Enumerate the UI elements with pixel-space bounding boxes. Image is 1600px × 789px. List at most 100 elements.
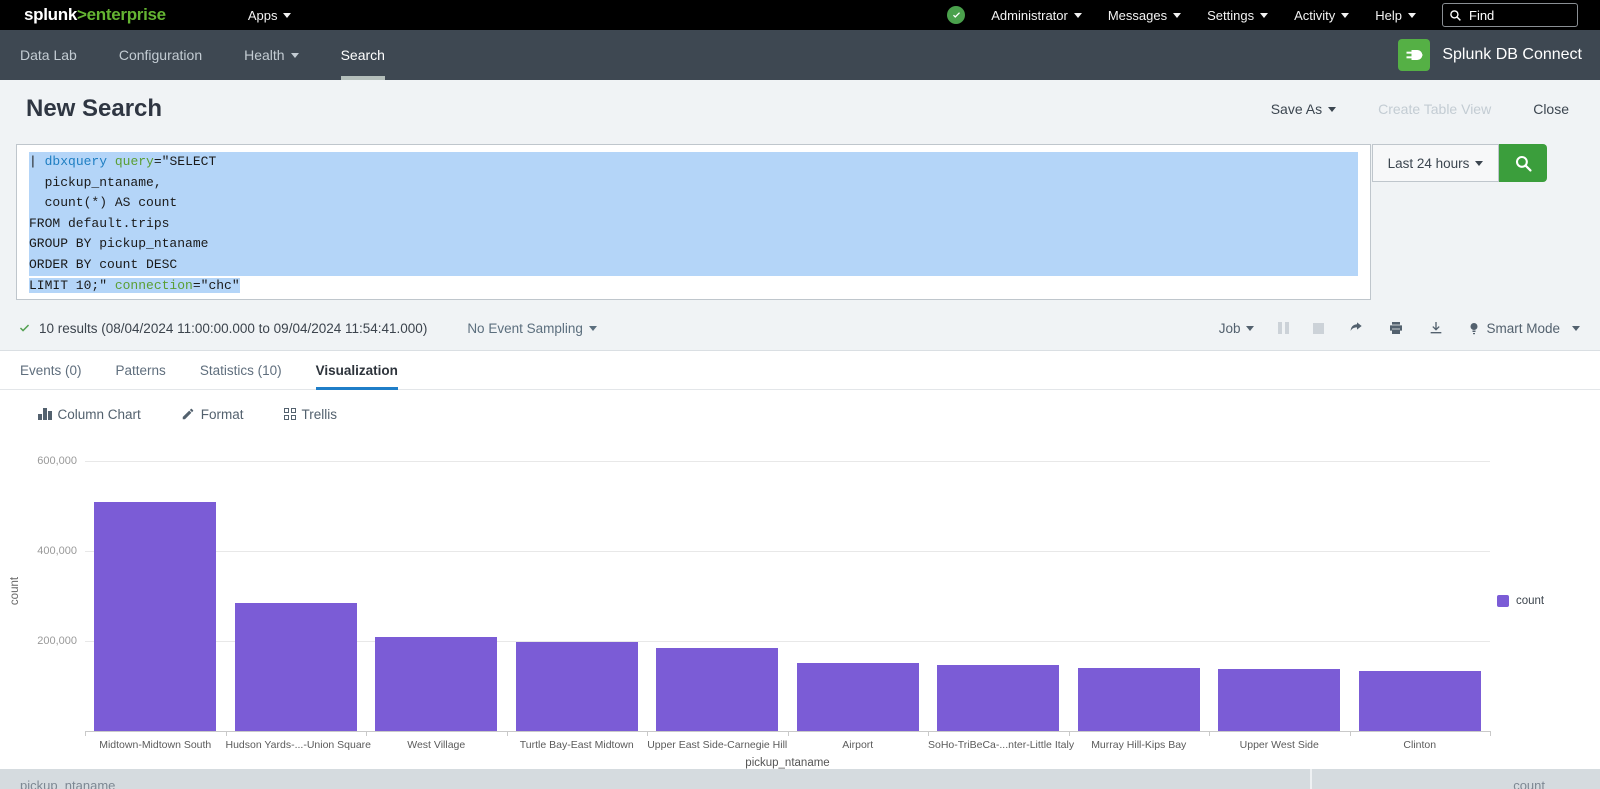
results-tabs: Events (0) Patterns Statistics (10) Visuali… [0, 350, 1600, 390]
x-category-label: West Village [366, 739, 507, 751]
download-icon [1428, 320, 1444, 336]
status-left: 10 results (08/04/2024 11:00:00.000 to 0… [18, 321, 597, 336]
bar-upper-east-side-carnegie-hill[interactable] [656, 648, 778, 731]
nav-label: Data Lab [20, 47, 77, 63]
topbar-menu-help[interactable]: Help [1375, 8, 1416, 23]
bar-hudson-yards-union-square[interactable] [235, 603, 357, 731]
job-dropdown[interactable]: Job [1219, 321, 1255, 336]
x-category-label: Airport [788, 739, 929, 751]
export-button[interactable] [1428, 320, 1444, 336]
logo-splunk: splunk [24, 5, 77, 24]
x-category-label: SoHo-TriBeCa-...nter-Little Italy [928, 739, 1069, 751]
query-line-4: FROM default.trips [29, 214, 1358, 235]
apps-menu[interactable]: Apps [248, 8, 292, 23]
format-button[interactable]: Format [181, 407, 244, 422]
column-header-count[interactable]: count [1312, 769, 1600, 789]
app-nav-item-data-lab[interactable]: Data Lab [20, 30, 77, 80]
job-controls: Job Smart Mode [1219, 320, 1580, 336]
smart-mode-dropdown[interactable]: Smart Mode [1468, 321, 1580, 336]
query-token: GROUP BY pickup_ntaname [29, 236, 208, 251]
stop-icon [1313, 323, 1324, 334]
search-submit-button[interactable] [1499, 144, 1547, 182]
query-token: ="chc" [193, 278, 240, 293]
query-line-1: | dbxquery query="SELECT [29, 152, 1358, 173]
pause-button[interactable] [1278, 322, 1289, 334]
query-token: query [115, 154, 154, 169]
find-search-box[interactable] [1442, 3, 1578, 27]
legend-swatch [1497, 595, 1509, 607]
bar-west-village[interactable] [375, 637, 497, 732]
topbar-menus: Administrator Messages Settings Activity Hel… [991, 8, 1416, 23]
chevron-down-icon [589, 326, 597, 331]
create-table-view-button[interactable]: Create Table View [1378, 101, 1491, 117]
find-input[interactable] [1467, 7, 1561, 24]
chevron-down-icon [1408, 13, 1416, 18]
legend-item-count[interactable]: count [1497, 595, 1544, 607]
bar-upper-west-side[interactable] [1218, 669, 1340, 731]
topbar-menu-messages[interactable]: Messages [1108, 8, 1181, 23]
bar-midtown-midtown-south[interactable] [94, 502, 216, 732]
column-chart: count 200,000 400,000 600,000 Midtown-Midto… [0, 437, 1600, 769]
topbar-menu-settings[interactable]: Settings [1207, 8, 1268, 23]
column-header-pickup-ntaname[interactable]: pickup_ntaname [0, 769, 1310, 789]
app-nav-item-health[interactable]: Health [244, 30, 298, 80]
time-range-picker[interactable]: Last 24 hours [1372, 144, 1499, 182]
x-axis-tick [1490, 731, 1491, 736]
share-icon [1348, 320, 1364, 336]
y-tick-label: 600,000 [15, 455, 77, 467]
x-axis-title: pickup_ntaname [85, 757, 1490, 769]
x-axis-tick [85, 731, 86, 736]
print-button[interactable] [1388, 320, 1404, 336]
x-category-label: Midtown-Midtown South [85, 739, 226, 751]
db-connect-plug-icon[interactable] [1398, 39, 1430, 71]
save-as-button[interactable]: Save As [1271, 101, 1336, 117]
lightbulb-icon [1468, 321, 1480, 336]
query-line-2: pickup_ntaname, [29, 173, 1358, 194]
statistics-table-header: pickup_ntaname count [0, 769, 1600, 789]
bar-murray-hill-kips-bay[interactable] [1078, 668, 1200, 731]
save-as-label: Save As [1271, 101, 1322, 117]
x-category-label: Upper East Side-Carnegie Hill [647, 739, 788, 751]
y-tick-label: 400,000 [15, 545, 77, 557]
bar-clinton[interactable] [1359, 671, 1481, 731]
nav-label: Search [341, 47, 385, 63]
tab-events-0[interactable]: Events (0) [20, 351, 82, 389]
splunk-logo[interactable]: splunk>enterprise [24, 5, 166, 25]
smart-mode-label: Smart Mode [1486, 321, 1560, 336]
x-axis-tick [507, 731, 508, 736]
tab-patterns[interactable]: Patterns [116, 351, 166, 389]
top-bar: splunk>enterprise Apps Administrator Mess… [0, 0, 1600, 30]
stop-button[interactable] [1313, 323, 1324, 334]
chart-type-button[interactable]: Column Chart [38, 407, 141, 422]
query-token: pickup_ntaname, [29, 175, 162, 190]
query-token: connection [115, 278, 193, 293]
topbar-menu-activity[interactable]: Activity [1294, 8, 1349, 23]
pause-icon [1278, 322, 1289, 334]
app-nav-right: Splunk DB Connect [1398, 39, 1582, 71]
time-range-label: Last 24 hours [1388, 156, 1470, 171]
search-query-input[interactable]: | dbxquery query="SELECT pickup_ntaname,… [16, 144, 1371, 300]
share-button[interactable] [1348, 320, 1364, 336]
app-nav-item-configuration[interactable]: Configuration [119, 30, 202, 80]
query-line-7: LIMIT 10;" connection="chc" [29, 276, 1358, 297]
top-bar-right: Administrator Messages Settings Activity Hel… [947, 3, 1578, 27]
query-token: LIMIT 10;" [29, 278, 115, 293]
chevron-down-icon [1475, 161, 1483, 166]
close-button[interactable]: Close [1533, 101, 1569, 117]
menu-label: Activity [1294, 8, 1335, 23]
event-sampling-dropdown[interactable]: No Event Sampling [467, 321, 597, 336]
trellis-button[interactable]: Trellis [284, 407, 338, 422]
column-chart-icon [38, 408, 52, 420]
tab-statistics-10[interactable]: Statistics (10) [200, 351, 282, 389]
app-nav-item-search[interactable]: Search [341, 30, 385, 80]
x-axis-tick [928, 731, 929, 736]
page-title: New Search [26, 95, 162, 123]
bar-airport[interactable] [797, 663, 919, 731]
chart-type-label: Column Chart [58, 407, 141, 422]
health-check-icon[interactable] [947, 6, 965, 24]
bar-turtle-bay-east-midtown[interactable] [516, 642, 638, 731]
topbar-menu-administrator[interactable]: Administrator [991, 8, 1082, 23]
bar-soho-tribeca-nter-little-italy[interactable] [937, 665, 1059, 731]
tab-visualization[interactable]: Visualization [316, 351, 398, 389]
y-tick-label: 200,000 [15, 635, 77, 647]
